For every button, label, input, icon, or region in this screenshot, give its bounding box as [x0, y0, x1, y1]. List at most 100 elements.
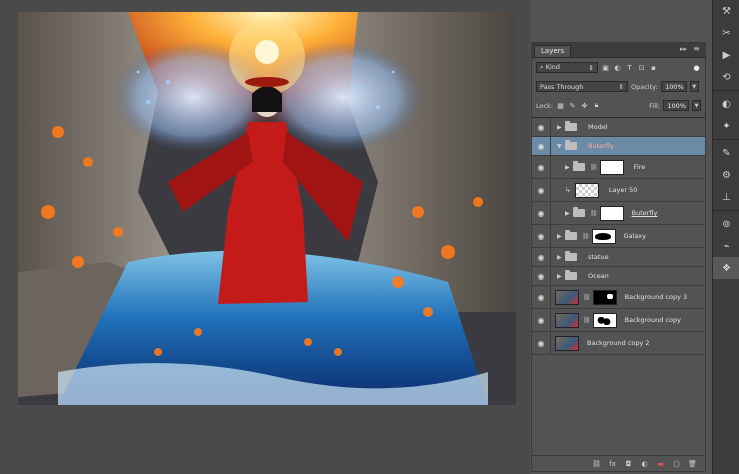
history-icon[interactable]: ⟲ [713, 66, 739, 88]
layer-row-buterfly[interactable]: ◉ ▶ ⛓ Buterfly [532, 202, 705, 225]
layer-mask-thumbnail[interactable] [599, 159, 624, 175]
artwork-image[interactable] [18, 12, 516, 405]
color-icon[interactable]: ◐ [713, 93, 739, 115]
panel-menu-icon[interactable]: ≡ [693, 44, 700, 53]
chevron-down-icon: ⇕ [618, 82, 624, 91]
eye-icon[interactable]: ◉ [532, 202, 551, 224]
filter-kind-select[interactable]: ⌕ Kind ⇕ [536, 62, 598, 73]
brush-icon[interactable]: ✎ [713, 142, 739, 164]
layer-row-model[interactable]: ◉ ▶ Model [532, 118, 705, 137]
channels-icon[interactable]: ⊚ [713, 213, 739, 235]
eye-icon[interactable]: ◉ [532, 137, 551, 155]
stamp-icon[interactable]: ⊥ [713, 186, 739, 208]
fill-dropdown-icon[interactable]: ▼ [692, 100, 701, 111]
layer-thumbnail[interactable] [555, 335, 579, 351]
layer-row-background-copy[interactable]: ◉ ⛓ Background copy [532, 309, 705, 332]
layer-mask-thumbnail[interactable] [599, 205, 624, 221]
filter-type-icon[interactable]: T [625, 63, 634, 72]
layer-mask-thumbnail[interactable] [592, 289, 617, 305]
opacity-input[interactable]: 100% [660, 81, 687, 92]
expand-triangle-icon[interactable]: ▶ [557, 273, 565, 280]
expand-triangle-icon[interactable]: ▶ [557, 124, 565, 131]
layer-row-statue[interactable]: ◉ ▶ statue [532, 248, 705, 267]
layer-name: Background copy 3 [624, 293, 688, 301]
folder-icon [565, 251, 577, 261]
swatches-fx-icon[interactable]: ✦ [713, 115, 739, 137]
tools-icon[interactable]: ⚒ [713, 0, 739, 22]
eye-icon[interactable]: ◉ [532, 332, 551, 354]
layers-panel-header: Layers ▸▸ ≡ [532, 43, 705, 58]
layer-row-fire[interactable]: ◉ ▶ ⛓ Fire [532, 156, 705, 179]
layer-name: Buterfly [631, 209, 658, 217]
fx-icon[interactable]: fx [608, 459, 617, 468]
link-icon[interactable]: ⛓ [590, 210, 598, 217]
layer-name: Ocean [588, 272, 609, 280]
expand-triangle-icon[interactable]: ▶ [557, 254, 565, 261]
blend-row: Pass Through ⇕ Opacity: 100% ▼ [532, 77, 705, 96]
filter-smart-object-icon[interactable]: ▪ [649, 63, 658, 72]
eye-icon[interactable]: ◉ [532, 286, 551, 308]
lock-image-icon[interactable]: ✎ [568, 101, 577, 110]
tab-layers[interactable]: Layers [534, 45, 572, 57]
collapse-triangle-icon[interactable]: ▼ [557, 143, 565, 150]
document-canvas-area[interactable] [0, 0, 530, 474]
link-icon[interactable]: ⛓ [590, 164, 598, 171]
layer-thumbnail[interactable] [555, 289, 579, 305]
eye-icon[interactable]: ◉ [532, 225, 551, 247]
new-group-icon[interactable]: ▬ [656, 459, 665, 468]
layer-row-ocean[interactable]: ◉ ▶ Ocean [532, 267, 705, 286]
layer-row-galaxy[interactable]: ◉ ▶ ⛓ Galaxy [532, 225, 705, 248]
paths-icon[interactable]: ⌁ [713, 235, 739, 257]
mask-icon[interactable]: ◘ [624, 459, 633, 468]
layer-row-background-copy-2[interactable]: ◉ Background copy 2 [532, 332, 705, 355]
layer-row-buterfly-group[interactable]: ◉ ▼ Buterfly [532, 137, 705, 156]
layer-row-layer-50[interactable]: ◉ ↳ Layer 50 [532, 179, 705, 202]
expand-triangle-icon[interactable]: ▶ [565, 164, 573, 171]
link-icon[interactable]: ⛓ [583, 294, 591, 301]
lock-all-icon[interactable]: 🔒︎ [592, 101, 601, 110]
scissors-icon[interactable]: ✂ [713, 22, 739, 44]
expand-triangle-icon[interactable]: ▶ [565, 210, 573, 217]
filter-toggle-icon[interactable]: ● [692, 63, 701, 72]
new-layer-icon[interactable]: ▢ [672, 459, 681, 468]
layer-mask-thumbnail[interactable] [592, 312, 617, 328]
eye-icon[interactable]: ◉ [532, 118, 551, 136]
lock-label: Lock: [536, 101, 554, 110]
clipping-arrow-icon: ↳ [565, 186, 571, 194]
layers-panel: Layers ▸▸ ≡ ⌕ Kind ⇕ ▣ ◐ T ⊡ ▪ ● Pass Th… [531, 42, 706, 472]
eye-icon[interactable]: ◉ [532, 179, 551, 201]
layer-name: Background copy 2 [587, 339, 650, 347]
eye-icon[interactable]: ◉ [532, 309, 551, 331]
link-icon[interactable]: ⛓ [582, 233, 590, 240]
eye-icon[interactable]: ◉ [532, 156, 551, 178]
layers-icon[interactable]: ❖ [713, 257, 739, 279]
folder-icon [573, 207, 585, 217]
folder-icon [565, 121, 577, 131]
layer-name: Model [588, 123, 608, 131]
layer-name: Background copy [624, 316, 681, 324]
play-icon[interactable]: ▶ [713, 44, 739, 66]
filter-shape-icon[interactable]: ⊡ [637, 63, 646, 72]
clone-source-icon[interactable]: ⚙ [713, 164, 739, 186]
layers-panel-footer: ⛓ fx ◘ ◐ ▬ ▢ 🗑︎ [532, 455, 705, 471]
lock-transparent-icon[interactable]: ▦ [556, 101, 565, 110]
layer-mask-thumbnail[interactable] [591, 228, 616, 244]
filter-adjustment-icon[interactable]: ◐ [613, 63, 622, 72]
layer-row-background-copy-3[interactable]: ◉ ⛓ Background copy 3 [532, 286, 705, 309]
eye-icon[interactable]: ◉ [532, 267, 551, 285]
link-icon[interactable]: ⛓ [583, 317, 591, 324]
fill-input[interactable]: 100% [663, 100, 689, 111]
trash-icon[interactable]: 🗑︎ [688, 459, 697, 468]
blend-mode-select[interactable]: Pass Through ⇕ [536, 81, 628, 92]
search-icon: ⌕ [540, 63, 544, 71]
lock-position-icon[interactable]: ✥ [580, 101, 589, 110]
layer-thumbnail[interactable] [574, 182, 599, 198]
layer-thumbnail[interactable] [555, 312, 579, 328]
eye-icon[interactable]: ◉ [532, 248, 551, 266]
link-icon[interactable]: ⛓ [592, 459, 601, 468]
adjustment-icon[interactable]: ◐ [640, 459, 649, 468]
opacity-dropdown-icon[interactable]: ▼ [689, 81, 699, 92]
filter-pixel-icon[interactable]: ▣ [601, 63, 610, 72]
expand-triangle-icon[interactable]: ▶ [557, 233, 565, 240]
collapse-panel-icon[interactable]: ▸▸ [680, 45, 687, 53]
